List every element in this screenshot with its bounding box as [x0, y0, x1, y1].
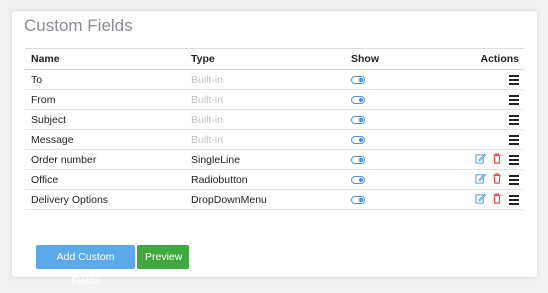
actions-cell — [445, 89, 524, 110]
table-header-row: Name Type Show Actions — [25, 48, 524, 70]
show-cell — [345, 129, 445, 150]
show-toggle-icon[interactable] — [351, 175, 365, 184]
table-row: To Built-in — [25, 70, 524, 90]
hamburger-bar — [509, 114, 519, 117]
field-type-cell: Built-in — [185, 129, 345, 150]
hamburger-bar — [509, 134, 519, 137]
field-name-cell: Office — [25, 169, 185, 190]
actions-cell — [445, 109, 524, 130]
actions-cell — [445, 129, 524, 150]
edit-icon[interactable] — [475, 173, 487, 187]
column-header-show: Show — [345, 48, 445, 70]
field-type-cell: Radiobutton — [185, 169, 345, 190]
field-type-cell: Built-in — [185, 89, 345, 110]
show-cell — [345, 169, 445, 190]
hamburger-icon[interactable] — [509, 113, 519, 127]
edit-icon[interactable] — [475, 193, 487, 207]
hamburger-icon[interactable] — [509, 153, 519, 167]
show-cell — [345, 89, 445, 110]
hamburger-bar — [509, 118, 519, 121]
field-type-cell: Built-in — [191, 73, 224, 86]
table-row: Delivery Options DropDownMenu — [25, 189, 524, 210]
actions-cell — [445, 169, 524, 190]
hamburger-bar — [509, 74, 519, 77]
hamburger-bar — [509, 138, 519, 141]
table-row: Message Built-in — [25, 129, 524, 150]
hamburger-bar — [509, 198, 519, 201]
hamburger-bar — [509, 142, 519, 145]
edit-icon[interactable] — [475, 153, 487, 167]
show-cell — [345, 70, 445, 90]
field-name-cell: Delivery Options — [25, 189, 185, 210]
hamburger-bar — [509, 178, 519, 181]
field-name-cell: Message — [25, 129, 185, 150]
field-type-cell: Built-in — [185, 109, 345, 130]
actions-cell — [445, 149, 524, 170]
hamburger-bar — [509, 102, 519, 105]
page-title: Custom Fields — [24, 16, 133, 35]
trash-icon[interactable] — [492, 172, 502, 187]
field-type-cell: DropDownMenu — [185, 189, 345, 210]
show-cell — [345, 189, 445, 210]
actions-cell — [445, 70, 524, 90]
column-header-type: Type — [185, 48, 345, 70]
hamburger-bar — [509, 94, 519, 97]
field-type-cell: SingleLine — [185, 149, 345, 170]
field-name-cell: Subject — [25, 109, 185, 130]
hamburger-icon[interactable] — [509, 73, 519, 87]
show-cell — [345, 149, 445, 170]
preview-button[interactable]: Preview — [137, 245, 189, 269]
hamburger-bar — [509, 174, 519, 177]
trash-icon[interactable] — [492, 152, 502, 167]
field-name-cell: Order number — [25, 149, 185, 170]
custom-fields-panel: Custom Fields Name Type Show Actions To B… — [12, 11, 537, 287]
actions-cell — [445, 189, 524, 210]
hamburger-bar — [509, 202, 519, 205]
table-row: Order number SingleLine — [25, 149, 524, 170]
hamburger-bar — [509, 194, 519, 197]
table-row: Subject Built-in — [25, 109, 524, 130]
field-name-cell: From — [25, 89, 185, 110]
show-toggle-icon[interactable] — [351, 195, 365, 204]
hamburger-icon[interactable] — [509, 93, 519, 107]
custom-fields-table-container: Name Type Show Actions To Built-in From Bui… — [25, 48, 524, 210]
hamburger-icon[interactable] — [509, 173, 519, 187]
hamburger-bar — [509, 154, 519, 157]
table-body: To Built-in From Built-in Subject Built-in Mes… — [25, 70, 524, 210]
show-toggle-icon[interactable] — [351, 75, 365, 84]
show-cell — [345, 109, 445, 130]
show-toggle-icon[interactable] — [351, 135, 365, 144]
add-custom-fields-button[interactable]: Add Custom Fields — [36, 245, 135, 287]
hamburger-bar — [509, 162, 519, 165]
table-row: From Built-in — [25, 89, 524, 110]
show-toggle-icon[interactable] — [351, 95, 365, 104]
hamburger-bar — [509, 82, 519, 85]
column-header-actions: Actions — [445, 48, 524, 70]
column-header-name: Name — [25, 48, 185, 70]
show-toggle-icon[interactable] — [351, 115, 365, 124]
hamburger-icon[interactable] — [509, 193, 519, 207]
hamburger-bar — [509, 158, 519, 161]
table-row: Office Radiobutton — [25, 169, 524, 190]
hamburger-bar — [509, 122, 519, 125]
hamburger-bar — [509, 78, 519, 81]
table-header: Name Type Show Actions — [25, 48, 524, 70]
hamburger-bar — [509, 182, 519, 185]
trash-icon[interactable] — [492, 192, 502, 207]
show-toggle-icon[interactable] — [351, 155, 365, 164]
field-name-cell: To — [31, 73, 43, 86]
custom-fields-table: Name Type Show Actions To Built-in From Bui… — [25, 48, 524, 210]
hamburger-bar — [509, 98, 519, 101]
hamburger-icon[interactable] — [509, 133, 519, 147]
